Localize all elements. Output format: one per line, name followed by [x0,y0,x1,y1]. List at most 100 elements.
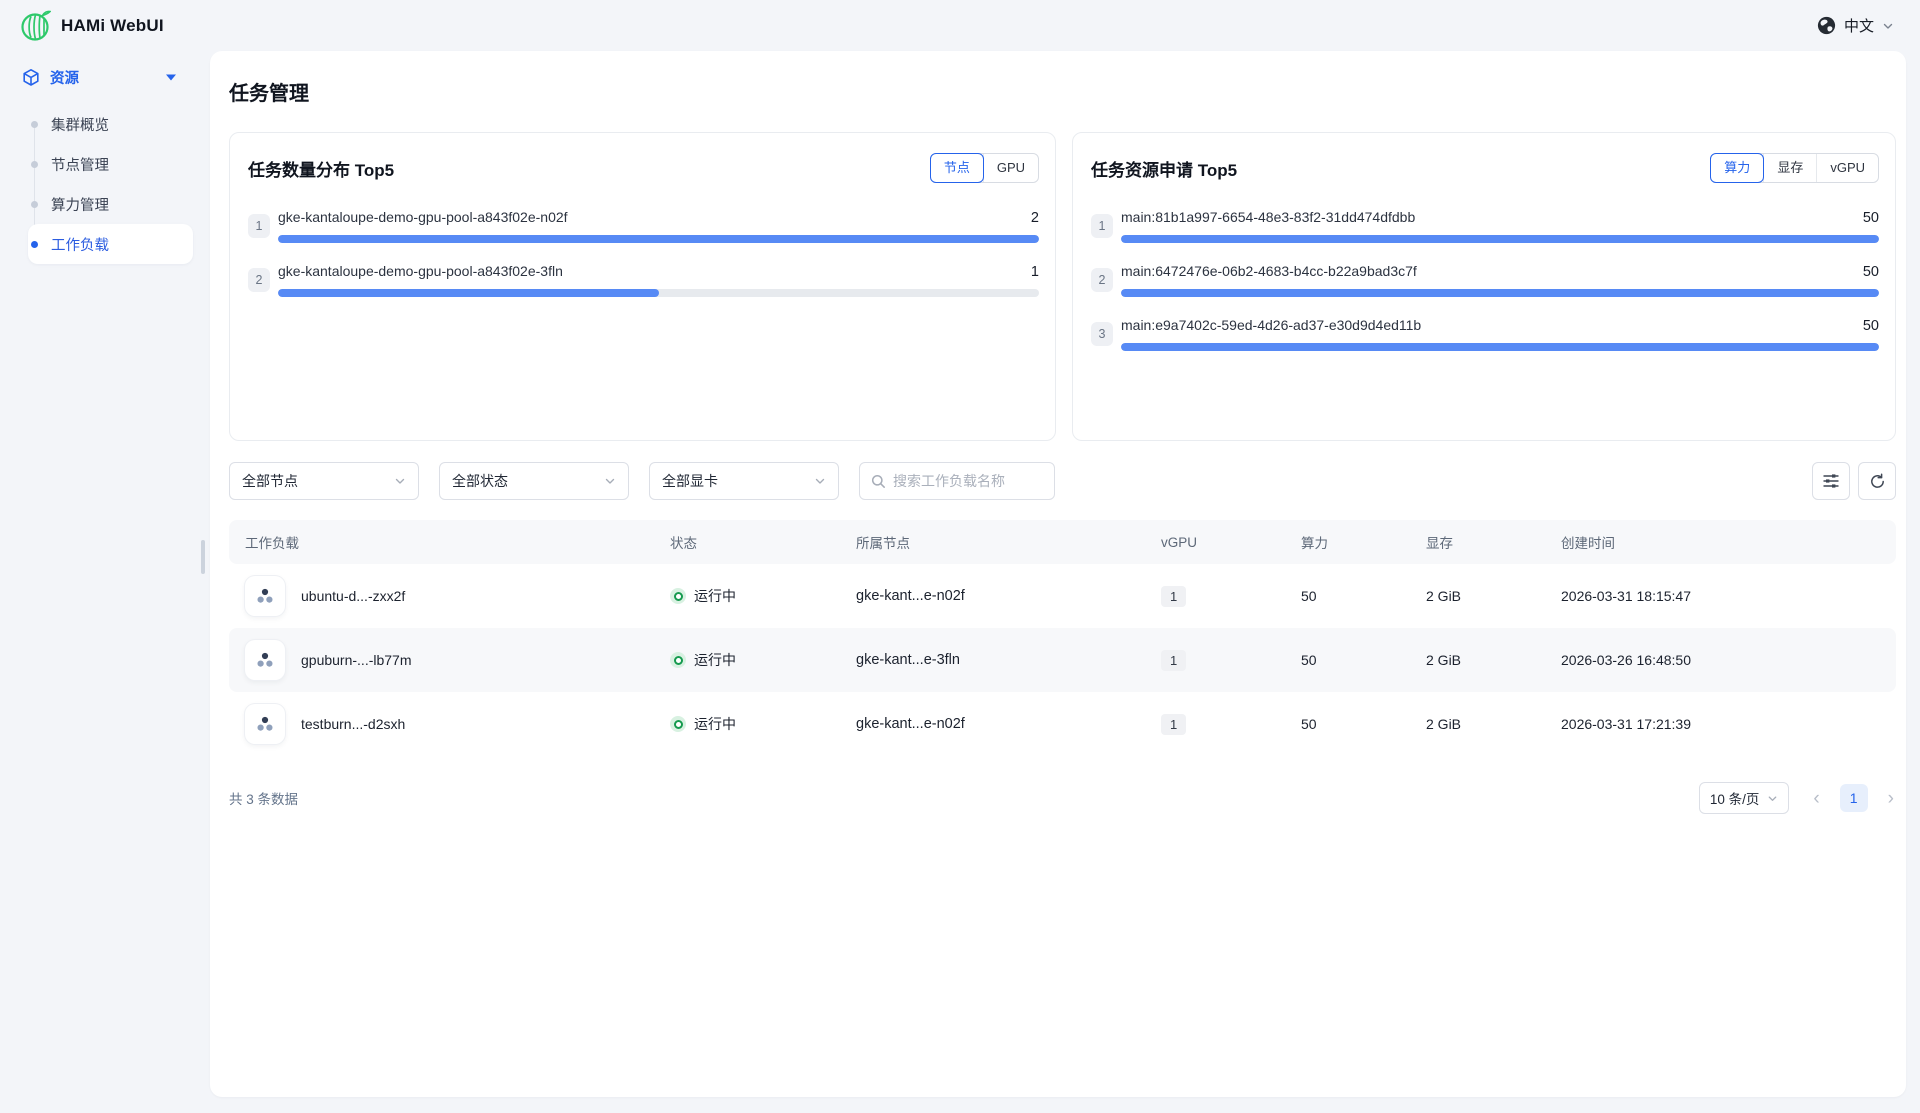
core-value: 50 [1285,716,1410,732]
search-box [859,462,1055,500]
memory-value: 2 GiB [1410,716,1545,732]
rank-bar-track [1121,289,1879,297]
column-header-status: 状态 [654,532,840,552]
table-row[interactable]: ubuntu-d...-zxx2f 运行中 gke-kant...e-n02f … [229,564,1896,628]
column-header-vgpu: vGPU [1145,535,1285,550]
tree-dot [31,201,38,208]
rank-item: 1 gke-kantaloupe-demo-gpu-pool-a843f02e-… [248,209,1039,243]
rank-value: 50 [1863,210,1879,226]
node-name: gke-kant...e-n02f [840,716,1145,732]
rank-badge: 1 [1091,214,1113,238]
tree-dot [31,161,38,168]
core-value: 50 [1285,588,1410,604]
status-label: 运行中 [694,714,736,734]
tab-compute[interactable]: 算力 [1710,153,1764,183]
table-row[interactable]: testburn...-d2sxh 运行中 gke-kant...e-n02f … [229,692,1896,756]
card-resource-requests: 任务资源申请 Top5 算力 显存 vGPU 1 main:81b1a997-6… [1072,132,1896,441]
rank-badge: 2 [1091,268,1113,292]
language-switcher[interactable]: 中文 [1817,15,1894,36]
tree-dot [31,241,38,248]
sidebar-section-label: 资源 [50,67,79,88]
topbar: HAMi WebUI 中文 [0,0,1920,51]
refresh-icon [1869,473,1886,490]
vgpu-tag: 1 [1161,586,1186,607]
table-footer: 共 3 条数据 10 条/页 ‹ 1 › [229,782,1896,814]
tab-node[interactable]: 节点 [930,153,984,183]
workload-icon [245,704,285,744]
node-filter-select[interactable]: 全部节点 [229,462,419,500]
rank-bar-fill [1121,343,1879,351]
column-settings-icon [1822,473,1840,489]
node-filter-value: 全部节点 [242,471,298,491]
rank-bar-track [1121,343,1879,351]
sidebar-item-label: 算力管理 [51,194,109,215]
node-name: gke-kant...e-3fln [840,652,1145,668]
tab-group-distribution: 节点 GPU [930,153,1039,183]
status-label: 运行中 [694,586,736,606]
page-size-select[interactable]: 10 条/页 [1699,782,1790,814]
column-settings-button[interactable] [1812,462,1850,500]
vgpu-tag: 1 [1161,650,1186,671]
globe-icon [1817,16,1836,35]
rank-label: main:e9a7402c-59ed-4d26-ad37-e30d9d4ed11… [1121,317,1421,333]
chevron-down-icon [394,475,406,487]
card-task-distribution: 任务数量分布 Top5 节点 GPU 1 gke-kantaloupe-demo… [229,132,1056,441]
caret-down-icon [166,74,176,81]
chevron-down-icon [1882,20,1894,32]
rank-bar-track [278,235,1039,243]
tab-vgpu[interactable]: vGPU [1816,154,1878,182]
filter-toolbar: 全部节点 全部状态 全部显卡 [229,462,1896,500]
column-header-memory: 显存 [1410,532,1545,552]
prev-page-button[interactable]: ‹ [1811,789,1821,808]
sidebar-item-label: 节点管理 [51,154,109,175]
rank-badge: 3 [1091,322,1113,346]
rank-bar-fill [1121,289,1879,297]
sidebar-section-resources[interactable]: 资源 [0,51,210,100]
rank-value: 1 [1031,264,1039,280]
chevron-down-icon [604,475,616,487]
sidebar-item-node-management[interactable]: 节点管理 [0,144,210,184]
next-page-button[interactable]: › [1886,789,1896,808]
gpu-filter-select[interactable]: 全部显卡 [649,462,839,500]
created-time: 2026-03-31 17:21:39 [1545,716,1896,732]
sidebar-item-cluster-overview[interactable]: 集群概览 [0,104,210,144]
table-row[interactable]: gpuburn-...-lb77m 运行中 gke-kant...e-3fln … [229,628,1896,692]
rank-bar-track [1121,235,1879,243]
tab-gpu[interactable]: GPU [983,154,1038,182]
rank-item: 2 main:6472476e-06b2-4683-b4cc-b22a9bad3… [1091,263,1879,297]
rank-value: 2 [1031,210,1039,226]
sidebar-item-label: 工作负载 [51,234,109,255]
status-running-icon [670,716,686,732]
tab-memory[interactable]: 显存 [1763,154,1816,182]
workload-icon [245,576,285,616]
workload-name: gpuburn-...-lb77m [301,652,412,668]
brand: HAMi WebUI [20,9,164,42]
core-value: 50 [1285,652,1410,668]
rank-bar-fill [278,289,659,297]
workload-name: testburn...-d2sxh [301,716,405,732]
total-count: 共 3 条数据 [229,788,298,808]
rank-label: gke-kantaloupe-demo-gpu-pool-a843f02e-3f… [278,263,563,279]
search-input[interactable] [893,473,1043,489]
workload-icon [245,640,285,680]
sidebar-item-compute-management[interactable]: 算力管理 [0,184,210,224]
column-header-node: 所属节点 [840,532,1145,552]
gpu-filter-value: 全部显卡 [662,471,718,491]
summary-cards: 任务数量分布 Top5 节点 GPU 1 gke-kantaloupe-demo… [229,132,1896,441]
status-filter-value: 全部状态 [452,471,508,491]
refresh-button[interactable] [1858,462,1896,500]
column-header-core: 算力 [1285,532,1410,552]
rank-bar-fill [1121,235,1879,243]
rank-bar-track [278,289,1039,297]
sidebar-item-workloads[interactable]: 工作负载 [28,224,193,264]
status-filter-select[interactable]: 全部状态 [439,462,629,500]
table-header: 工作负载 状态 所属节点 vGPU 算力 显存 创建时间 [229,520,1896,564]
status-running-icon [670,588,686,604]
column-header-workload: 工作负载 [229,532,654,552]
app-logo-icon [20,9,51,42]
sidebar: 资源 集群概览 节点管理 算力管理 工作负载 [0,51,210,1113]
workloads-table: 工作负载 状态 所属节点 vGPU 算力 显存 创建时间 ubuntu-d...… [229,520,1896,756]
search-icon [871,474,886,489]
page-number[interactable]: 1 [1840,784,1868,812]
sidebar-resize-handle[interactable] [201,540,205,574]
